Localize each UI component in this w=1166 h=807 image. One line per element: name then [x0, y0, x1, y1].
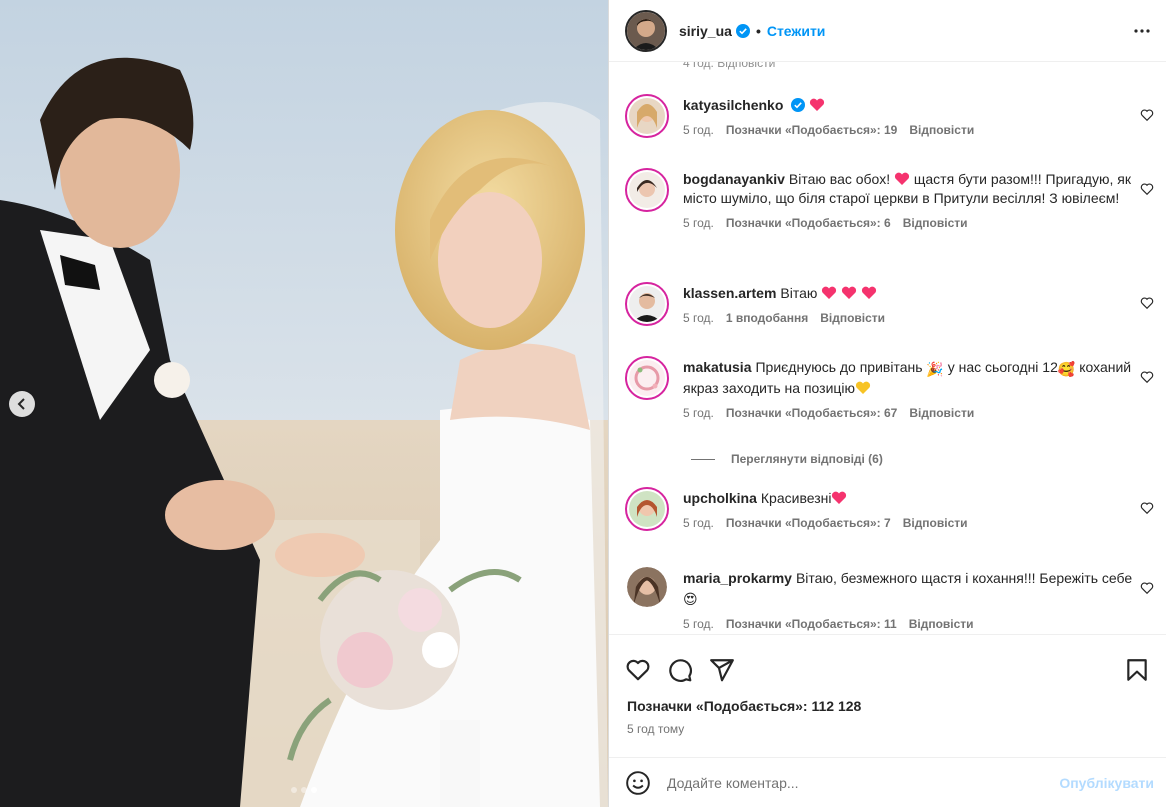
comment-time: 5 год.: [683, 123, 714, 137]
likes-count[interactable]: Позначки «Подобається»: 112 128: [609, 698, 1166, 714]
like-comment-icon[interactable]: [1140, 581, 1154, 595]
heart-emoji-icon: [894, 172, 910, 185]
comment-likes[interactable]: Позначки «Подобається»: 7: [726, 514, 891, 533]
commenter-avatar[interactable]: [625, 168, 669, 212]
comment-item: bogdanayankiv Вітаю вас обох! щастя бути …: [625, 168, 1154, 233]
follow-button[interactable]: Стежити: [767, 23, 826, 39]
comment-likes[interactable]: Позначки «Подобається»: 19: [726, 121, 897, 140]
commenter-avatar[interactable]: [625, 487, 669, 531]
comment-text: Приєднуюсь до привітань: [755, 359, 923, 375]
comment-text: у нас сьогодні 12: [947, 359, 1058, 375]
comment-item: katyasilchenko 5 год. Позначки «Подобаєть…: [625, 94, 1154, 140]
like-comment-icon[interactable]: [1140, 501, 1154, 515]
reply-button[interactable]: Відповісти: [909, 121, 974, 140]
comment-username[interactable]: bogdanayankiv: [683, 171, 785, 187]
verified-icon: [735, 23, 750, 38]
comment-likes[interactable]: Позначки «Подобається»: 11: [726, 615, 897, 634]
post-header: siriy_ua • Стежити: [609, 0, 1166, 62]
like-comment-icon[interactable]: [1140, 182, 1154, 196]
reply-button[interactable]: Відповісти: [909, 615, 974, 634]
comment-username[interactable]: makatusia: [683, 359, 751, 375]
heart-emoji-icon: [832, 491, 847, 504]
comment-text: Красивезні: [760, 490, 832, 506]
comments-list[interactable]: 4 год. Відповісти katyasilchenko 5 год. П…: [609, 62, 1166, 634]
comment-time: 5 год.: [683, 216, 714, 230]
header-separator: •: [755, 22, 761, 39]
post-dialog: siriy_ua • Стежити 4 год. Відповісти kat…: [0, 0, 1166, 807]
comment-time: 5 год.: [683, 516, 714, 530]
comment-likes[interactable]: Позначки «Подобається»: 6: [726, 214, 891, 233]
share-icon[interactable]: [709, 657, 735, 683]
heart-eyes-emoji-icon: 😍: [683, 591, 698, 607]
comment-item: makatusia Приєднуюсь до привітань 🎉 у нас…: [625, 356, 1154, 423]
comment-username[interactable]: maria_prokarmy: [683, 570, 792, 586]
comment-username[interactable]: upcholkina: [683, 490, 757, 506]
like-comment-icon[interactable]: [1140, 370, 1154, 384]
heart-emoji-icon: [822, 286, 837, 299]
post-side-panel: siriy_ua • Стежити 4 год. Відповісти kat…: [608, 0, 1166, 807]
yellow-heart-emoji-icon: [855, 381, 871, 394]
commenter-avatar[interactable]: [625, 356, 669, 400]
heart-emoji-icon: [810, 98, 825, 111]
carousel-dot: [301, 787, 307, 793]
comment-item: klassen.artem Вітаю 5 год. 1 вподобання Від…: [625, 282, 1154, 328]
emoji-picker-icon[interactable]: [625, 770, 651, 796]
replies-divider: [691, 458, 715, 460]
like-comment-icon[interactable]: [1140, 296, 1154, 310]
comment-time: 5 год.: [683, 617, 714, 631]
wedding-photo: [0, 0, 608, 807]
commenter-avatar[interactable]: [625, 282, 669, 326]
carousel-dot-active: [311, 787, 317, 793]
comment-icon[interactable]: [667, 657, 693, 683]
more-options-icon[interactable]: [1132, 21, 1152, 41]
comment-time: 5 год.: [683, 311, 714, 325]
reply-button[interactable]: Відповісти: [909, 404, 974, 423]
heart-emoji-icon: [842, 286, 857, 299]
author-avatar[interactable]: [625, 9, 667, 52]
carousel-dot: [291, 787, 297, 793]
heart-emoji-icon: [862, 286, 877, 299]
carousel-prev-button[interactable]: [9, 391, 35, 417]
comment-likes[interactable]: 1 вподобання: [726, 309, 808, 328]
reply-button[interactable]: Відповісти: [903, 514, 968, 533]
comment-input[interactable]: [667, 774, 1060, 791]
comment-time: 5 год.: [683, 406, 714, 420]
add-comment-bar: Опублікувати: [609, 757, 1166, 807]
publish-button[interactable]: Опублікувати: [1059, 775, 1154, 791]
post-timestamp[interactable]: 5 год тому: [609, 722, 1166, 736]
comment-text: Вітаю, безмежного щастя і кохання!!! Бер…: [795, 570, 1133, 586]
comment-username[interactable]: klassen.artem: [683, 285, 776, 301]
comment-text: Вітаю: [780, 285, 818, 301]
carousel-dots: [0, 787, 608, 793]
reply-button[interactable]: Відповісти: [903, 214, 968, 233]
chevron-left-icon: [17, 398, 25, 410]
bookmark-icon[interactable]: [1124, 657, 1150, 683]
comment-username[interactable]: katyasilchenko: [683, 97, 783, 113]
clipped-comment-meta: 4 год. Відповісти: [683, 62, 776, 70]
like-icon[interactable]: [625, 657, 651, 683]
like-comment-icon[interactable]: [1140, 108, 1154, 122]
comment-item: maria_prokarmy Вітаю, безмежного щастя і …: [625, 567, 1154, 634]
author-username[interactable]: siriy_ua: [679, 23, 732, 39]
comment-likes[interactable]: Позначки «Подобається»: 67: [726, 404, 897, 423]
verified-icon: [791, 98, 806, 112]
commenter-avatar[interactable]: [625, 94, 669, 138]
view-replies-button[interactable]: Переглянути відповіді (6): [691, 452, 883, 466]
view-replies-label: Переглянути відповіді (6): [731, 452, 883, 466]
comment-text: Вітаю вас обох!: [788, 171, 891, 187]
post-photo[interactable]: [0, 0, 608, 807]
comment-item: upcholkina Красивезні 5 год. Позначки «Под…: [625, 487, 1154, 533]
hearts-face-emoji-icon: 🥰: [1057, 361, 1076, 377]
party-emoji-icon: 🎉: [926, 361, 944, 377]
post-actions: [609, 634, 1166, 704]
commenter-avatar[interactable]: [627, 567, 667, 607]
reply-button[interactable]: Відповісти: [820, 309, 885, 328]
